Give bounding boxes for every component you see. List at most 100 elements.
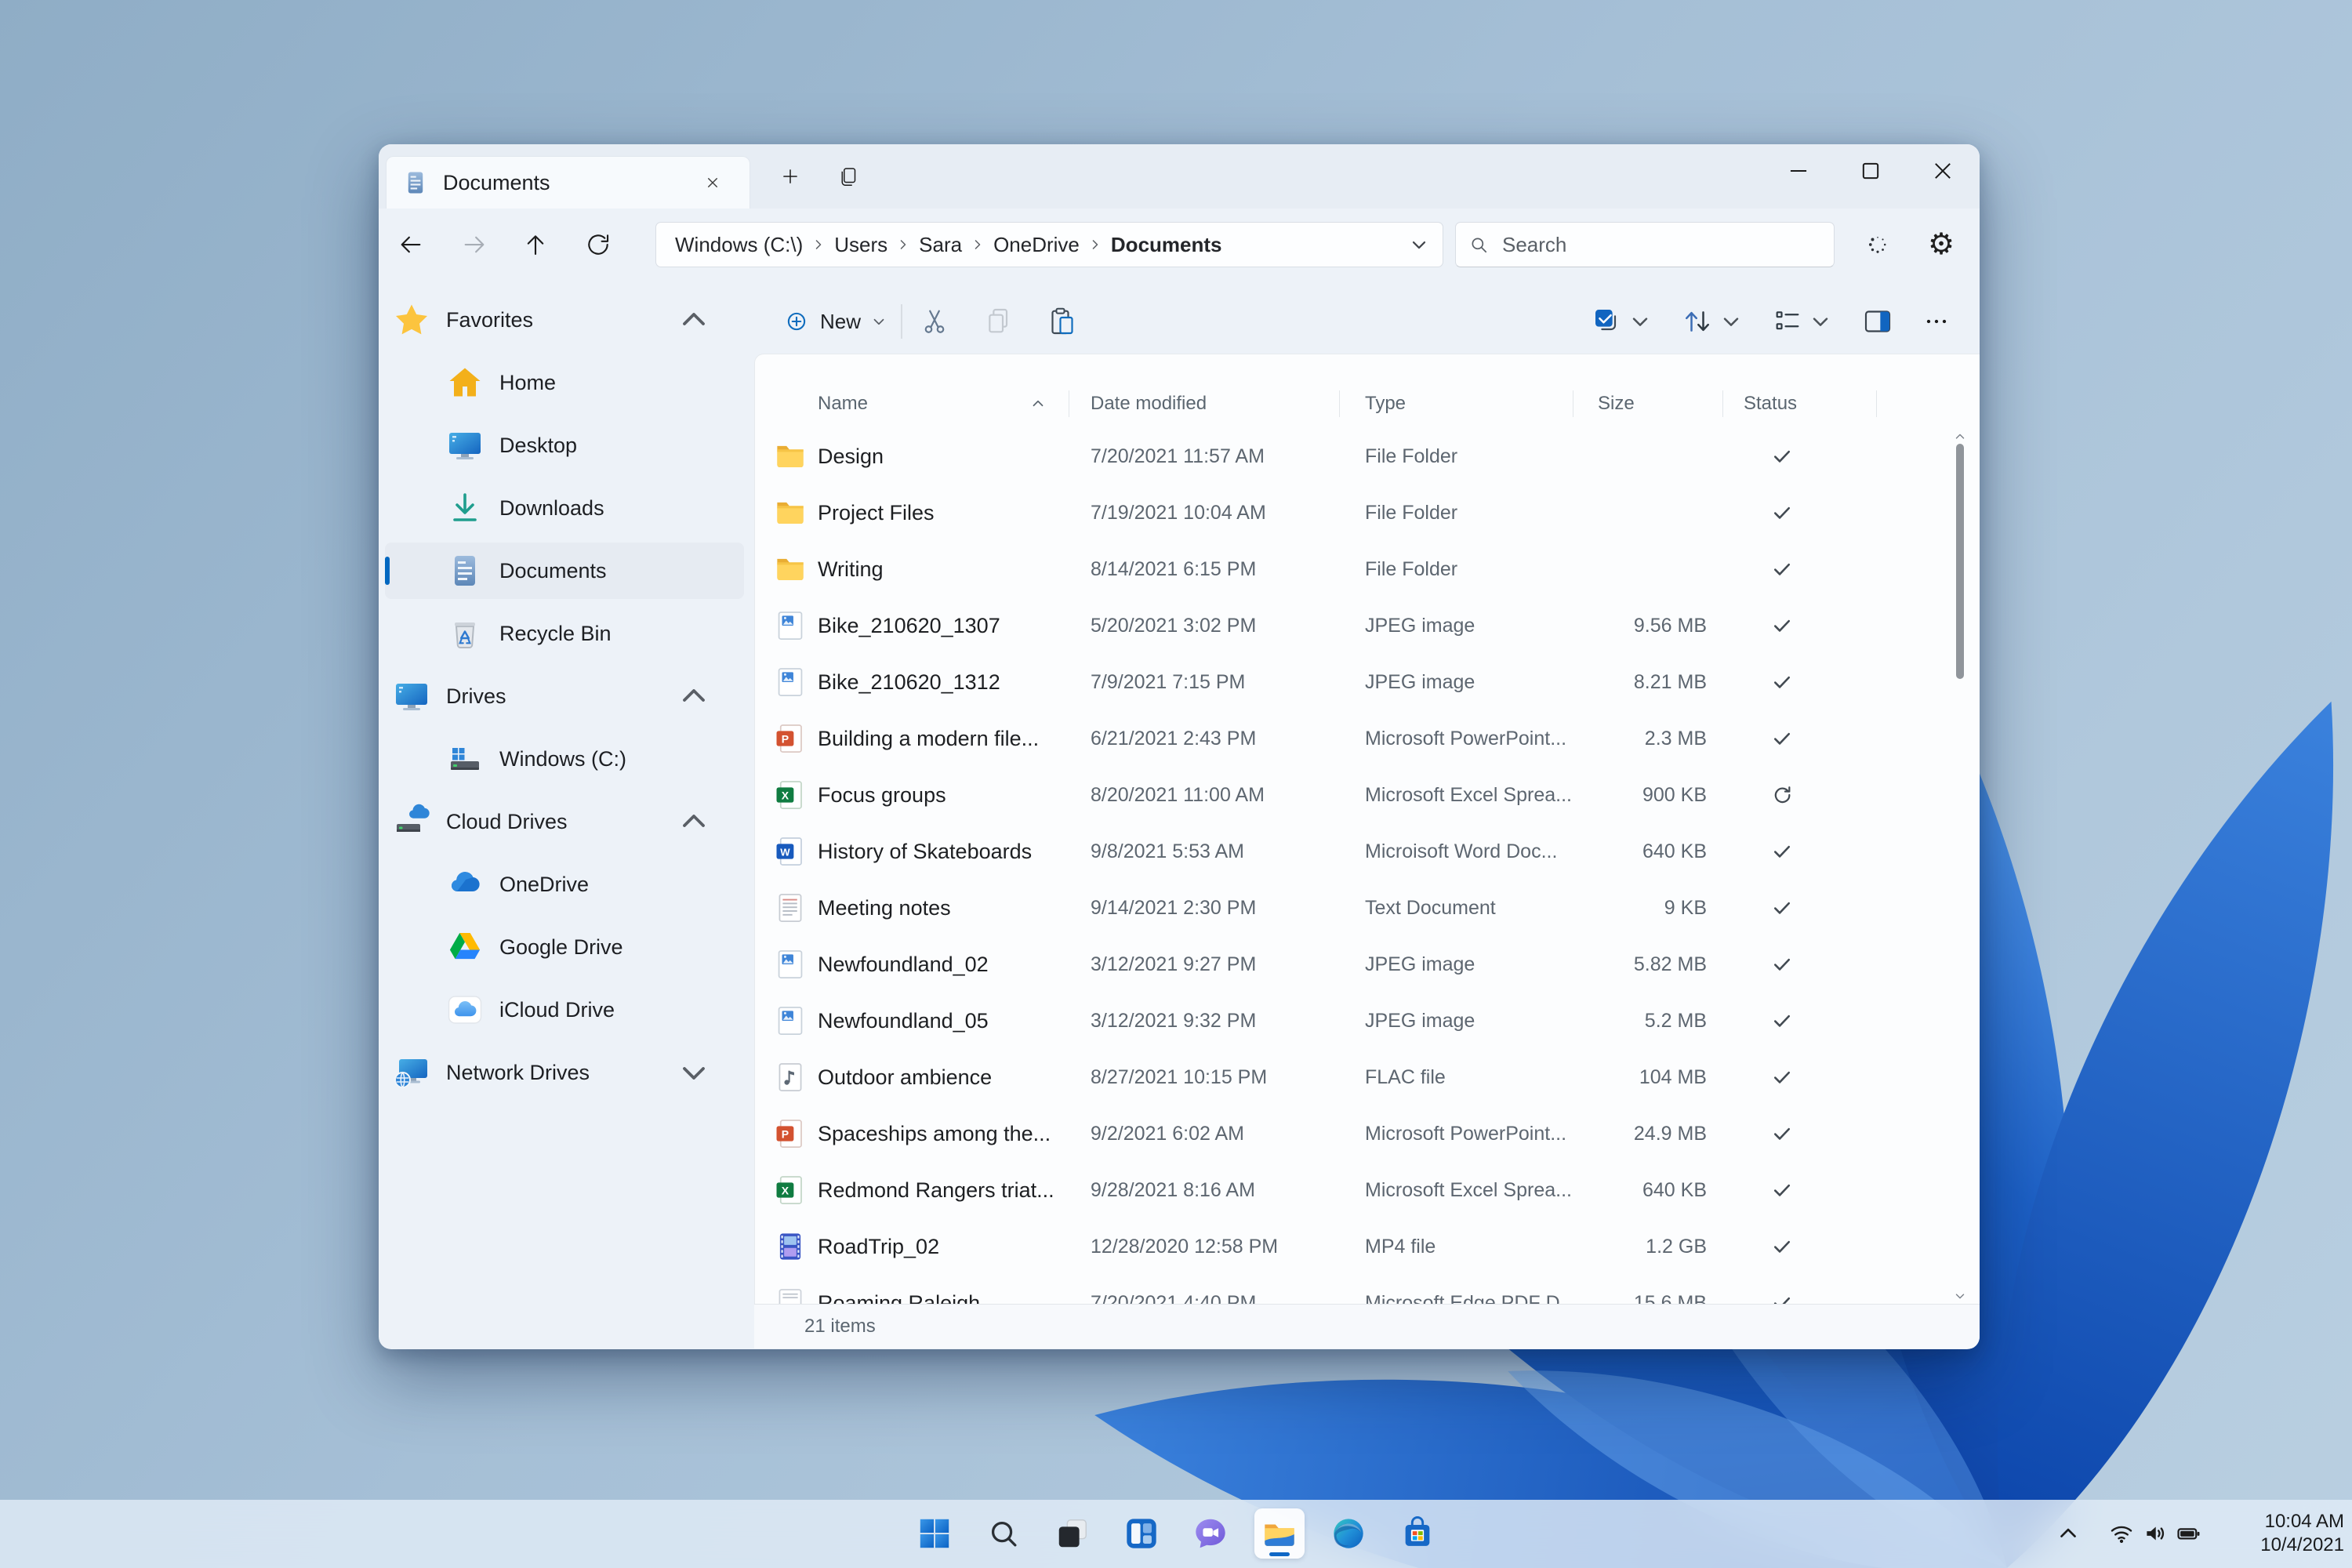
file-name[interactable]: Writing <box>818 541 1057 597</box>
breadcrumb-segment[interactable]: Sara <box>911 233 970 257</box>
file-row[interactable]: Outdoor ambience 8/27/2021 10:15 PM FLAC f… <box>755 1049 1931 1105</box>
sidebar-item-windows-c[interactable]: Windows (C:) <box>385 731 744 787</box>
clock[interactable]: 10:04 AM 10/4/2021 <box>2227 1510 2344 1557</box>
scroll-up-icon[interactable] <box>1953 430 1967 444</box>
breadcrumb-segment[interactable]: Documents <box>1103 233 1230 257</box>
file-row[interactable]: Roaming Raleigh 7/20/2021 4:40 PM Microsof… <box>755 1275 1931 1305</box>
minimize-button[interactable] <box>1779 151 1818 191</box>
file-row[interactable]: X Redmond Rangers triat... 9/28/2021 8:16 … <box>755 1162 1931 1218</box>
close-button[interactable] <box>1923 151 1962 191</box>
file-name[interactable]: Bike_210620_1312 <box>818 654 1057 710</box>
volume-button[interactable] <box>2138 1516 2172 1551</box>
file-name[interactable]: Building a modern file... <box>818 710 1057 767</box>
chevron-up-icon[interactable] <box>675 803 713 840</box>
file-row[interactable]: Design 7/20/2021 11:57 AM File Folder <box>755 428 1931 485</box>
taskbar-search-button[interactable] <box>978 1508 1029 1559</box>
taskbar-task-view-button[interactable] <box>1047 1508 1098 1559</box>
file-name[interactable]: Project Files <box>818 485 1057 541</box>
file-row[interactable]: Meeting notes 9/14/2021 2:30 PM Text Docum… <box>755 880 1931 936</box>
settings-button[interactable]: ⚙ <box>1922 225 1961 264</box>
file-row[interactable]: Bike_210620_1312 7/9/2021 7:15 PM JPEG ima… <box>755 654 1931 710</box>
sidebar-item-google-drive[interactable]: Google Drive <box>385 919 744 975</box>
scrollbar-thumb[interactable] <box>1956 444 1964 679</box>
file-row[interactable]: X Focus groups 8/20/2021 11:00 AM Microsoft… <box>755 767 1931 823</box>
chevron-down-icon[interactable] <box>675 1054 713 1091</box>
maximize-button[interactable] <box>1851 151 1890 191</box>
file-row[interactable]: W History of Skateboards 9/8/2021 5:53 AM M… <box>755 823 1931 880</box>
file-row[interactable]: Newfoundland_05 3/12/2021 9:32 PM JPEG ima… <box>755 993 1931 1049</box>
breadcrumb-segment[interactable]: Windows (C:\) <box>667 233 811 257</box>
forward-button[interactable] <box>455 225 494 264</box>
battery-button[interactable] <box>2172 1516 2206 1551</box>
chevron-down-icon[interactable] <box>1628 309 1653 334</box>
explorer-tab[interactable]: Documents <box>386 156 750 209</box>
column-header-status[interactable]: Status <box>1744 382 1797 426</box>
sidebar-item-documents[interactable]: Documents <box>385 543 744 599</box>
sync-spinner-button[interactable] <box>1858 225 1897 264</box>
column-divider[interactable] <box>1876 390 1877 417</box>
file-row[interactable]: RoadTrip_02 12/28/2020 12:58 PM MP4 file 1.… <box>755 1218 1931 1275</box>
breadcrumb-segment[interactable]: Users <box>826 233 895 257</box>
taskbar-chat-button[interactable] <box>1185 1508 1236 1559</box>
file-name[interactable]: Redmond Rangers triat... <box>818 1162 1057 1218</box>
file-name[interactable]: Outdoor ambience <box>818 1049 1057 1105</box>
scroll-down-icon[interactable] <box>1953 1289 1967 1303</box>
more-options-button[interactable] <box>1917 302 1956 341</box>
file-name[interactable]: Bike_210620_1307 <box>818 597 1057 654</box>
sidebar-item-downloads[interactable]: Downloads <box>385 480 744 536</box>
select-all-button[interactable] <box>1588 302 1627 341</box>
taskbar-file-explorer-button[interactable] <box>1254 1508 1305 1559</box>
file-name[interactable]: Newfoundland_02 <box>818 936 1057 993</box>
column-header-date[interactable]: Date modified <box>1091 382 1207 426</box>
view-button[interactable] <box>1768 302 1807 341</box>
file-name[interactable]: RoadTrip_02 <box>818 1218 1057 1275</box>
sort-button[interactable] <box>1678 302 1717 341</box>
column-divider[interactable] <box>1722 390 1723 417</box>
sidebar-item-home[interactable]: Home <box>385 354 744 411</box>
file-row[interactable]: P Building a modern file... 6/21/2021 2:43… <box>755 710 1931 767</box>
chevron-up-icon[interactable] <box>675 677 713 715</box>
details-pane-button[interactable] <box>1858 302 1897 341</box>
file-row[interactable]: P Spaceships among the... 9/2/2021 6:02 AM… <box>755 1105 1931 1162</box>
file-name[interactable]: Spaceships among the... <box>818 1105 1057 1162</box>
breadcrumb-segment[interactable]: OneDrive <box>985 233 1087 257</box>
taskbar-start-button[interactable] <box>909 1508 960 1559</box>
sidebar-item-drives[interactable]: Drives <box>385 668 744 724</box>
new-button[interactable]: New <box>771 298 899 345</box>
file-name[interactable]: History of Skateboards <box>818 823 1057 880</box>
chevron-up-icon[interactable] <box>675 301 713 339</box>
taskbar-edge-button[interactable] <box>1323 1508 1374 1559</box>
file-name[interactable]: Focus groups <box>818 767 1057 823</box>
file-name[interactable]: Roaming Raleigh <box>818 1275 1057 1305</box>
column-header-size[interactable]: Size <box>1598 382 1635 426</box>
sidebar-item-onedrive[interactable]: OneDrive <box>385 856 744 913</box>
chevron-down-icon[interactable] <box>1408 234 1430 256</box>
paste-button[interactable] <box>1043 302 1082 341</box>
taskbar-widgets-button[interactable] <box>1116 1508 1167 1559</box>
sidebar-item-favorites[interactable]: Favorites <box>385 292 744 348</box>
file-name[interactable]: Newfoundland_05 <box>818 993 1057 1049</box>
wifi-button[interactable] <box>2104 1516 2139 1551</box>
vertical-scrollbar[interactable] <box>1951 428 1969 1305</box>
cut-button[interactable] <box>915 302 954 341</box>
column-header-type[interactable]: Type <box>1365 382 1406 426</box>
column-divider[interactable] <box>1339 390 1340 417</box>
breadcrumb[interactable]: Windows (C:\) Users Sara OneDrive Documents <box>655 222 1443 267</box>
refresh-button[interactable] <box>579 225 618 264</box>
sidebar-item-desktop[interactable]: Desktop <box>385 417 744 474</box>
copy-button[interactable] <box>979 302 1018 341</box>
file-row[interactable]: Bike_210620_1307 5/20/2021 3:02 PM JPEG im… <box>755 597 1931 654</box>
search-box[interactable] <box>1455 222 1835 267</box>
hidden-icons-button[interactable] <box>2051 1516 2085 1551</box>
tab-actions-button[interactable] <box>829 157 869 196</box>
new-tab-button[interactable] <box>771 157 810 196</box>
chevron-down-icon[interactable] <box>1808 309 1833 334</box>
file-row[interactable]: Writing 8/14/2021 6:15 PM File Folder <box>755 541 1931 597</box>
sidebar-item-recycle-bin[interactable]: Recycle Bin <box>385 605 744 662</box>
file-row[interactable]: Newfoundland_02 3/12/2021 9:27 PM JPEG ima… <box>755 936 1931 993</box>
taskbar-store-button[interactable] <box>1392 1508 1443 1559</box>
chevron-down-icon[interactable] <box>1719 309 1744 334</box>
file-name[interactable]: Design <box>818 428 1057 485</box>
tab-close-icon[interactable] <box>699 169 726 196</box>
up-button[interactable] <box>516 225 555 264</box>
